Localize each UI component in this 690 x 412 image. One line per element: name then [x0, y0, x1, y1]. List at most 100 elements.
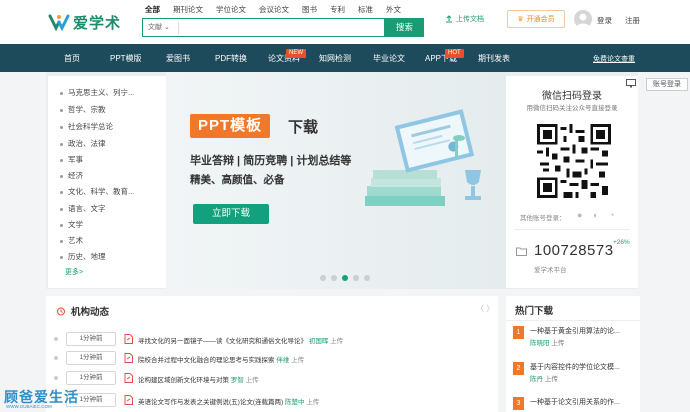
- account-login-button[interactable]: 账号登录: [646, 78, 688, 91]
- category-item[interactable]: 社会科学总论: [60, 121, 113, 132]
- carousel-dot[interactable]: [364, 275, 370, 281]
- logo-text: 爱学术: [73, 14, 122, 32]
- pdf-icon: [124, 395, 133, 405]
- category-item[interactable]: 政治、法律: [60, 138, 106, 149]
- search-tab-thesis[interactable]: 学位论文: [216, 4, 246, 15]
- pdf-icon: [124, 373, 133, 383]
- main-nav: 首页 PPT模版 爱图书 PDF转换 论文资料 NEW 知网检测 毕业论文 AP…: [0, 44, 690, 72]
- news-text: 论构建区域创新文化环境与对策 罗智 上传: [138, 377, 259, 384]
- search-box: 文献 ⌄: [142, 18, 385, 37]
- news-panel: 机构动态 〈 〉 1分钟前 寻找文化的另一面镜子——读《文化研究和通俗文化导论》…: [46, 296, 498, 412]
- promo-slide[interactable]: PPT模板 下载 毕业答辩 | 简历竞聘 | 计划总结等 精美、高颜值、必备 立…: [166, 72, 506, 289]
- carousel-dot[interactable]: [320, 275, 326, 281]
- carousel-dot[interactable]: [353, 275, 359, 281]
- avatar[interactable]: [574, 10, 592, 28]
- nav-graduation[interactable]: 毕业论文: [373, 53, 405, 64]
- category-sidebar: 马克思主义、列宁... 哲学、宗教 社会科学总论 政治、法律 军事 经济 文化、…: [48, 76, 166, 288]
- hot-item-title: 一种基于论文引用关系的作...: [530, 399, 620, 406]
- search-button[interactable]: 搜索: [385, 18, 424, 37]
- category-item[interactable]: 马克思主义、列宁...: [60, 87, 134, 98]
- divider: [514, 229, 630, 230]
- news-time: 1分钟前: [66, 332, 116, 346]
- nav-journal[interactable]: 期刊发表: [478, 53, 510, 64]
- rank-badge: 3: [513, 397, 524, 410]
- promo-line2: 精美、高颜值、必备: [190, 174, 285, 186]
- promo-download-button[interactable]: 立即下载: [193, 204, 269, 224]
- news-arrows[interactable]: 〈 〉: [476, 303, 494, 314]
- promo-tag-suffix: 下载: [288, 119, 319, 136]
- news-row[interactable]: 1分钟前 院校合并过程中文化融合的理论思考与实践探索 伴维 上传: [46, 351, 498, 367]
- category-item[interactable]: 军事: [60, 154, 83, 165]
- site-logo[interactable]: 爱学术: [48, 12, 128, 32]
- news-time: 1分钟前: [66, 371, 116, 385]
- alarm-clock-icon: [57, 307, 65, 316]
- news-row[interactable]: 1分钟前 英语论文写作与发表之关键例说(五)论文(连载篇两) 陈楚中 上传: [46, 393, 498, 409]
- register-link[interactable]: 注册: [625, 15, 640, 26]
- wechat-icon[interactable]: ◐: [593, 211, 603, 220]
- category-item[interactable]: 历史、地理: [60, 251, 106, 262]
- news-text: 寻找文化的另一面镜子——读《文化研究和通俗文化导论》 初国晖 上传: [138, 338, 344, 345]
- search-tab-foreign[interactable]: 外文: [386, 4, 401, 15]
- search-tab-standards[interactable]: 标准: [358, 4, 373, 15]
- weibo-icon[interactable]: ◔: [609, 211, 619, 220]
- login-panel: 微信扫码登录 用微信扫码关注公众号直接登录 其他账号登录： ● ◐ ◔ 1007…: [506, 76, 638, 288]
- nav-home[interactable]: 首页: [64, 53, 80, 64]
- folder-icon: [516, 247, 527, 256]
- category-item[interactable]: 经济: [60, 170, 83, 181]
- other-login-icons: ● ◐ ◔: [577, 211, 619, 220]
- counter-label: 爱学术平台: [534, 267, 567, 274]
- search-tab-patents[interactable]: 专利: [330, 4, 345, 15]
- other-login-label: 其他账号登录：: [520, 215, 566, 222]
- category-item[interactable]: 语言、文字: [60, 203, 106, 214]
- watermark-sub: WWW.GUBAIEC.COM: [6, 404, 52, 409]
- upload-label: 上传文档: [456, 16, 484, 23]
- category-more-link[interactable]: 更多>: [65, 267, 83, 277]
- carousel-dot-active[interactable]: [342, 275, 348, 281]
- new-badge: NEW: [286, 49, 306, 58]
- carousel-dot[interactable]: [331, 275, 337, 281]
- search-category-select[interactable]: 文献 ⌄: [143, 21, 179, 34]
- upload-link[interactable]: 上传文档: [445, 14, 484, 24]
- search-tabs: 全部 期刊论文 学位论文 会议论文 图书 专利 标准 外文: [145, 4, 414, 15]
- nav-ppt[interactable]: PPT模版: [110, 53, 142, 64]
- nav-check[interactable]: 知网检测: [319, 53, 351, 64]
- top-bar: 爱学术 全部 期刊论文 学位论文 会议论文 图书 专利 标准 外文 文献 ⌄ 搜…: [0, 0, 690, 44]
- nav-pdf[interactable]: PDF转换: [215, 53, 247, 64]
- pdf-icon: [124, 334, 133, 344]
- search-tab-journal[interactable]: 期刊论文: [173, 4, 203, 15]
- category-item[interactable]: 艺术: [60, 235, 83, 246]
- rank-badge: 2: [513, 362, 524, 375]
- hot-item-author: 陈丹 上传: [530, 376, 558, 383]
- nav-papers[interactable]: 论文资料 NEW: [268, 49, 306, 64]
- hot-item-title: 一种基于黄金引用算法的论...: [530, 328, 620, 335]
- promo-tag: PPT模板: [190, 114, 271, 138]
- nav-books[interactable]: 爱图书: [166, 53, 190, 64]
- nav-app[interactable]: APP下载 HOT: [425, 49, 464, 64]
- user-icon[interactable]: ●: [577, 211, 587, 220]
- nav-free-check[interactable]: 免费论文查重: [593, 54, 635, 64]
- category-item[interactable]: 文学: [60, 219, 83, 230]
- category-item[interactable]: 文化、科学、教育...: [60, 186, 134, 197]
- login-link[interactable]: 登录: [597, 15, 612, 26]
- news-row[interactable]: 1分钟前 寻找文化的另一面镜子——读《文化研究和通俗文化导论》 初国晖 上传: [46, 332, 498, 348]
- hot-downloads-panel: 热门下载 1 一种基于黄金引用算法的论... 陈晓阳 上传 2 基于内容控件的学…: [506, 296, 640, 412]
- hot-title: 热门下载: [515, 306, 554, 317]
- qr-subtitle: 用微信扫码关注公众号直接登录: [526, 105, 618, 112]
- member-button[interactable]: ♛ 开通会员: [507, 10, 565, 28]
- crown-icon: ♛: [517, 16, 524, 23]
- promo-line1: 毕业答辩 | 简历竞聘 | 计划总结等: [190, 155, 352, 167]
- news-row[interactable]: 1分钟前 论构建区域创新文化环境与对策 罗智 上传: [46, 371, 498, 387]
- user-icon: [576, 13, 590, 28]
- divider: [506, 320, 640, 321]
- rank-badge: 1: [513, 326, 524, 339]
- logo-mark-icon: [48, 14, 70, 31]
- search-tab-books[interactable]: 图书: [302, 4, 317, 15]
- qr-title: 微信扫码登录: [542, 91, 602, 102]
- search-tab-conference[interactable]: 会议论文: [259, 4, 289, 15]
- qr-code-icon[interactable]: [537, 124, 611, 198]
- search-input[interactable]: [179, 19, 384, 36]
- category-item[interactable]: 哲学、宗教: [60, 104, 106, 115]
- monitor-icon[interactable]: [626, 79, 636, 88]
- search-tab-all[interactable]: 全部: [145, 4, 160, 15]
- member-label: 开通会员: [526, 16, 555, 23]
